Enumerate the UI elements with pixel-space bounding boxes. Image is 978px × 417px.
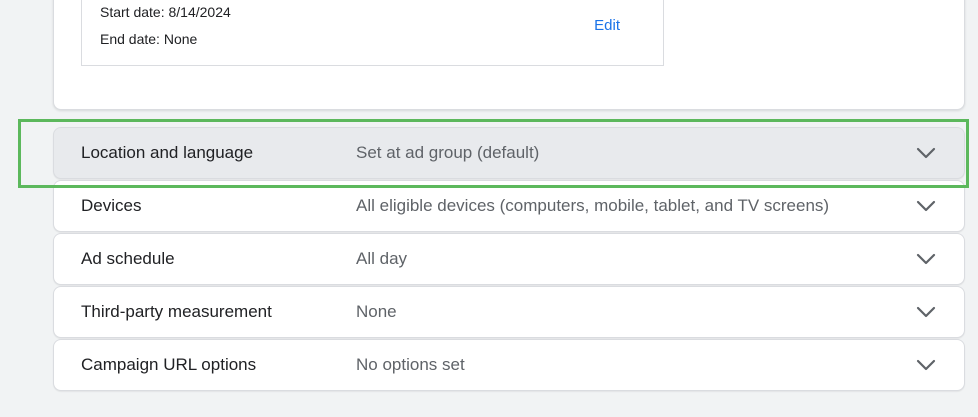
- chevron-down-icon[interactable]: [916, 253, 936, 265]
- setting-label: Campaign URL options: [81, 355, 257, 374]
- setting-value: Set at ad group (default): [356, 143, 540, 162]
- setting-value: None: [356, 302, 397, 321]
- edit-dates-link[interactable]: Edit: [594, 17, 620, 34]
- setting-row-location-language[interactable]: Location and language Set at ad group (d…: [53, 127, 965, 179]
- setting-value: All day: [356, 249, 408, 268]
- campaign-settings-list: Location and language Set at ad group (d…: [53, 127, 965, 392]
- chevron-down-icon[interactable]: [916, 359, 936, 371]
- setting-label: Ad schedule: [81, 249, 175, 268]
- setting-value: No options set: [356, 355, 465, 374]
- setting-row-ad-schedule[interactable]: Ad schedule All day: [53, 233, 965, 285]
- setting-label: Location and language: [81, 143, 254, 162]
- chevron-down-icon[interactable]: [916, 306, 936, 318]
- setting-label: Devices: [81, 196, 142, 215]
- setting-row-devices[interactable]: Devices All eligible devices (computers,…: [53, 180, 965, 232]
- schedule-card: Start date: 8/14/2024 End date: None Edi…: [53, 0, 965, 110]
- chevron-down-icon[interactable]: [916, 147, 936, 159]
- start-date: Start date: 8/14/2024: [100, 4, 231, 20]
- chevron-down-icon[interactable]: [916, 200, 936, 212]
- dates-box: Start date: 8/14/2024 End date: None Edi…: [81, 0, 664, 66]
- setting-label: Third-party measurement: [81, 302, 272, 321]
- setting-row-campaign-url-options[interactable]: Campaign URL options No options set: [53, 339, 965, 391]
- end-date: End date: None: [100, 31, 198, 47]
- setting-row-third-party-measurement[interactable]: Third-party measurement None: [53, 286, 965, 338]
- setting-value: All eligible devices (computers, mobile,…: [356, 196, 830, 215]
